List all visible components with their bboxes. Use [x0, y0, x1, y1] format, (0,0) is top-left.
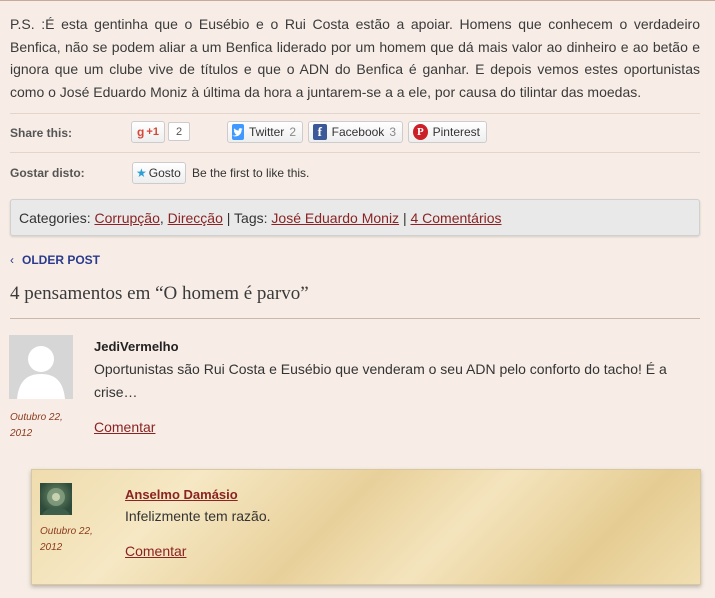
- twitter-label: Twitter: [248, 125, 285, 139]
- twitter-count: 2: [289, 125, 296, 139]
- avatar: [40, 483, 72, 515]
- google-plus-label: +1: [146, 126, 159, 138]
- comment-author-link[interactable]: Anselmo Damásio: [125, 487, 238, 502]
- comments-count-link[interactable]: 4 Comentários: [410, 210, 501, 226]
- pinterest-icon: P: [413, 124, 428, 140]
- like-label: Gostar disto:: [10, 166, 85, 180]
- reply-button[interactable]: Comentar: [125, 543, 186, 559]
- like-button-label: Gosto: [148, 166, 181, 180]
- post-ps-paragraph: P.S. :É esta gentinha que o Eusébio e o …: [10, 16, 700, 100]
- comment-author: JediVermelho: [94, 339, 179, 354]
- facebook-count: 3: [389, 125, 396, 139]
- divider: [10, 152, 700, 153]
- share-twitter-button[interactable]: Twitter 2: [227, 121, 303, 143]
- older-post-link[interactable]: ‹ OLDER POST: [10, 253, 100, 267]
- comment-date-line2: 2012: [40, 542, 63, 553]
- like-status-text: Be the first to like this.: [192, 166, 310, 180]
- share-facebook-button[interactable]: f Facebook 3: [308, 121, 403, 143]
- comment-text: Infelizmente tem razão.: [125, 508, 271, 524]
- comment-date[interactable]: Outubro 22, 2012: [40, 524, 93, 556]
- older-post-label: OLDER POST: [22, 253, 101, 267]
- share-pinterest-button[interactable]: P Pinterest: [408, 121, 487, 143]
- divider: [10, 318, 700, 319]
- top-divider: [0, 0, 715, 1]
- comment-date-line1: Outubro 22,: [10, 412, 63, 423]
- comment-text: Oportunistas são Rui Costa e Eusébio que…: [94, 361, 667, 400]
- post-meta-bar: Categories: Corrupção, Direcção | Tags: …: [10, 199, 700, 236]
- tag-link-jose-eduardo-moniz[interactable]: José Eduardo Moniz: [271, 210, 399, 226]
- twitter-icon: [232, 124, 244, 140]
- user-avatar-image: [42, 488, 70, 515]
- like-button[interactable]: ★ Gosto: [132, 162, 186, 184]
- comment-date-line2: 2012: [10, 428, 33, 439]
- chevron-left-icon: ‹: [10, 253, 14, 267]
- comment-date-line1: Outubro 22,: [40, 526, 93, 537]
- avatar: [9, 335, 73, 399]
- categories-label: Categories:: [19, 209, 91, 226]
- star-icon: ★: [136, 166, 147, 180]
- default-user-icon: [9, 335, 73, 399]
- google-plus-count: 2: [168, 122, 190, 141]
- divider: [10, 113, 700, 114]
- comments-title: 4 pensamentos em “O homem é parvo”: [10, 283, 309, 304]
- pinterest-label: Pinterest: [432, 125, 480, 139]
- comment-date[interactable]: Outubro 22, 2012: [10, 410, 63, 442]
- tags-label: | Tags:: [226, 209, 268, 226]
- category-link-direccao[interactable]: Direcção: [168, 210, 223, 226]
- share-label: Share this:: [10, 126, 73, 140]
- google-plus-button[interactable]: g +1: [131, 121, 165, 143]
- facebook-label: Facebook: [331, 125, 385, 139]
- facebook-icon: f: [313, 124, 327, 140]
- google-plus-icon: g: [137, 125, 145, 139]
- category-link-corrupcao[interactable]: Corrupção: [94, 210, 159, 226]
- reply-button[interactable]: Comentar: [94, 419, 155, 435]
